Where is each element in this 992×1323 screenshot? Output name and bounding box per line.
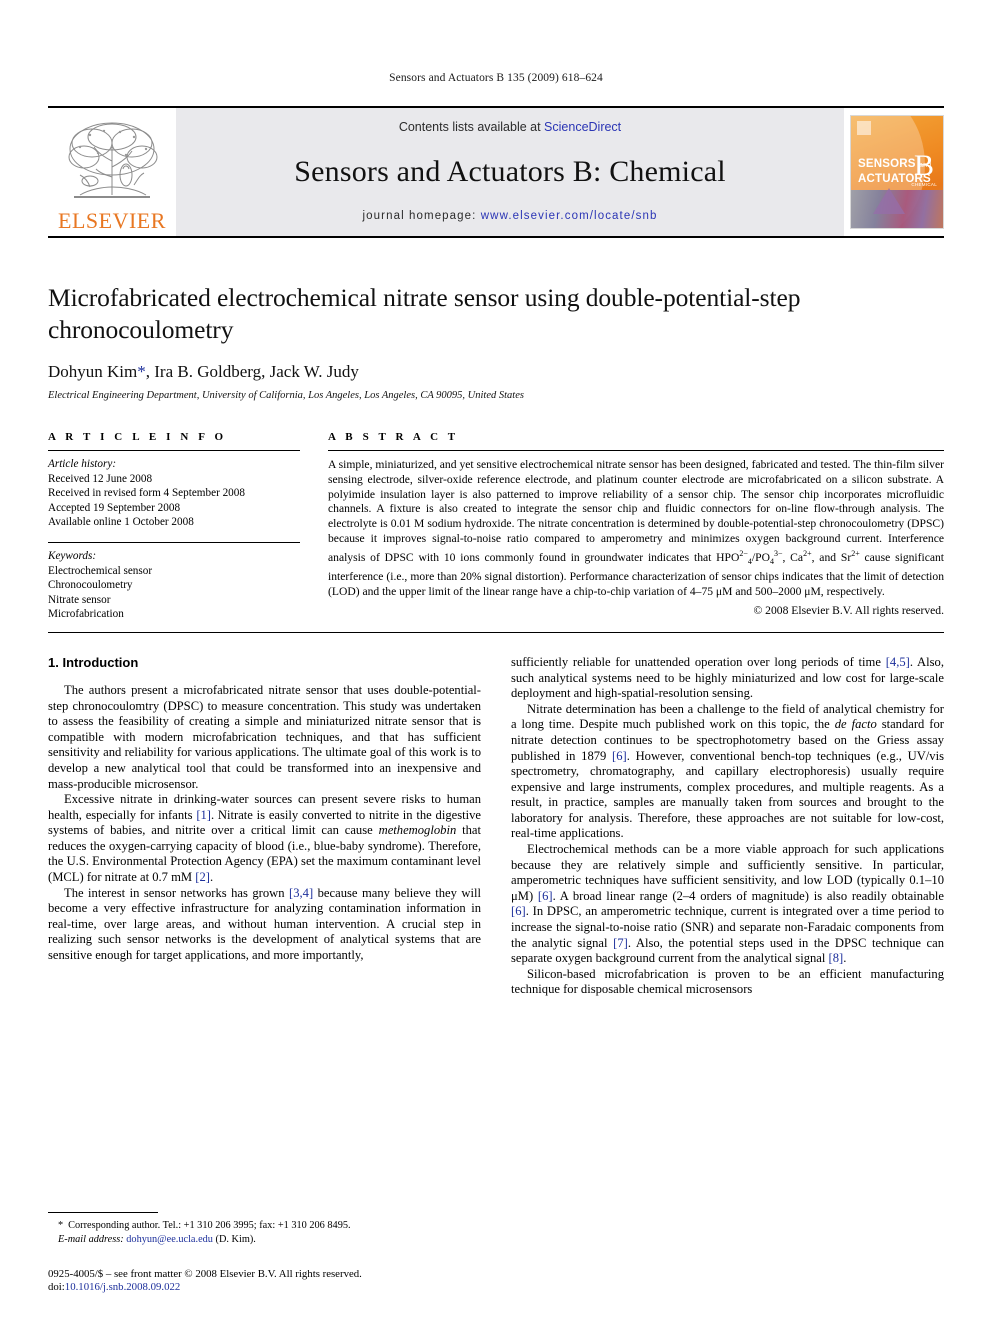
section-heading-introduction: 1. Introduction	[48, 654, 139, 670]
history-label: Article history:	[48, 458, 117, 470]
para-text: The interest in sensor networks has grow…	[64, 885, 290, 900]
email-label: E-mail address:	[58, 1233, 124, 1245]
body-column-right: sufficiently reliable for unattended ope…	[511, 655, 944, 1125]
cover-line-1: SENSORS	[858, 158, 916, 170]
paragraph: Nitrate determination has been a challen…	[511, 702, 944, 842]
running-head: Sensors and Actuators B 135 (2009) 618–6…	[389, 72, 603, 84]
info-abstract-block: A R T I C L E I N F O Article history: R…	[48, 431, 944, 633]
keyword-item: Electrochemical sensor	[48, 564, 153, 577]
title-block: Microfabricated electrochemical nitrate …	[48, 282, 944, 401]
contents-prefix: Contents lists available at	[398, 120, 545, 134]
citation-link[interactable]: [6]	[511, 904, 526, 918]
cover-triangle-shape	[873, 188, 905, 214]
history-item: Received 12 June 2008	[48, 472, 153, 485]
citation-link[interactable]: [8]	[829, 951, 844, 965]
doi-line: doi:10.1016/j.snb.2008.09.022	[48, 1281, 496, 1295]
abstract-formula-3-sup: 2+	[803, 548, 812, 558]
imprint-block: 0925-4005/$ – see front matter © 2008 El…	[48, 1268, 496, 1295]
paragraph: Silicon-based microfabrication is proven…	[511, 966, 944, 997]
history-item: Received in revised form 4 September 200…	[48, 487, 245, 500]
footnote-block: * Corresponding author. Tel.: +1 310 206 …	[48, 1212, 496, 1295]
corresponding-author-marker: *	[137, 362, 146, 381]
abstract-formula-4-sup: 2+	[851, 548, 860, 558]
cover-artwork: SENSORS and ACTUATORS B CHEMICAL	[850, 115, 944, 229]
paragraph: Electrochemical methods can be a more vi…	[511, 842, 944, 967]
elsevier-wordmark: ELSEVIER	[58, 208, 166, 233]
homepage-label: journal homepage:	[362, 210, 481, 222]
doi-link[interactable]: 10.1016/j.snb.2008.09.022	[65, 1281, 180, 1293]
email-note: E-mail address: dohyun@ee.ucla.edu (D. K…	[48, 1233, 496, 1246]
keyword-item: Chronocoulometry	[48, 579, 133, 592]
issn-line: 0925-4005/$ – see front matter © 2008 El…	[48, 1267, 362, 1280]
citation-link[interactable]: [4,5]	[886, 655, 910, 669]
history-item: Available online 1 October 2008	[48, 516, 194, 529]
keywords-label: Keywords:	[48, 549, 97, 562]
footnote-rule	[48, 1212, 158, 1214]
keywords-list: Keywords: Electrochemical sensor Chronoc…	[48, 543, 300, 622]
abstract-mid-3: , and Sr	[811, 550, 852, 564]
keyword-item: Microfabrication	[48, 608, 124, 621]
contents-line: Contents lists available at ScienceDirec…	[399, 120, 621, 134]
elsevier-logo: ELSEVIER	[48, 108, 176, 236]
citation-link[interactable]: [6]	[612, 749, 627, 763]
body-columns: 1. Introduction The authors present a mi…	[48, 655, 944, 1125]
paragraph: Excessive nitrate in drinking-water sour…	[48, 792, 481, 886]
para-text: .	[843, 951, 847, 966]
abstract-text: A simple, miniaturized, and yet sensitiv…	[328, 451, 944, 599]
emphasis-term: methemoglobin	[378, 823, 457, 838]
emphasis-term: de facto	[834, 717, 877, 732]
paragraph: The interest in sensor networks has grow…	[48, 886, 481, 964]
journal-title: Sensors and Actuators B: Chemical	[294, 155, 726, 188]
body-column-left: 1. Introduction The authors present a mi…	[48, 655, 481, 1125]
cover-elsevier-mark-icon	[857, 121, 871, 135]
corresponding-text: Corresponding author. Tel.: +1 310 206 3…	[68, 1220, 351, 1232]
citation-link[interactable]: [1]	[196, 808, 211, 822]
page-title: Microfabricated electrochemical nitrate …	[48, 283, 801, 344]
para-text: sufficiently reliable for unattended ope…	[511, 654, 886, 669]
author-others: , Ira B. Goldberg, Jack W. Judy	[145, 362, 359, 381]
journal-cover-thumbnail: SENSORS and ACTUATORS B CHEMICAL	[844, 108, 944, 236]
sciencedirect-link[interactable]: ScienceDirect	[544, 120, 621, 134]
abstract-copyright: © 2008 Elsevier B.V. All rights reserved…	[753, 604, 944, 618]
elsevier-tree-icon	[60, 117, 164, 209]
para-text: . A broad linear range (2–4 orders of ma…	[552, 888, 944, 903]
citation-link[interactable]: [6]	[538, 889, 553, 903]
email-owner: (D. Kim).	[215, 1233, 256, 1245]
sciencedirect-banner: Contents lists available at ScienceDirec…	[176, 108, 844, 236]
citation-link[interactable]: [7]	[613, 936, 628, 950]
author-list: Dohyun Kim*, Ira B. Goldberg, Jack W. Ju…	[48, 362, 944, 382]
paragraph: sufficiently reliable for unattended ope…	[511, 655, 944, 702]
footnote-star: *	[58, 1220, 64, 1232]
paper-page: Sensors and Actuators B 135 (2009) 618–6…	[0, 0, 992, 1323]
abstract-mid-1: /PO	[751, 550, 770, 564]
citation-link[interactable]: [3,4]	[289, 886, 313, 900]
abstract-column: A B S T R A C T A simple, miniaturized, …	[328, 431, 944, 622]
email-link[interactable]: dohyun@ee.ucla.edu	[126, 1234, 213, 1245]
author-first: Dohyun Kim	[48, 362, 138, 381]
corresponding-author-note: * Corresponding author. Tel.: +1 310 206 …	[48, 1219, 496, 1232]
abstract-part-1: A simple, miniaturized, and yet sensitiv…	[328, 458, 944, 564]
journal-masthead: ELSEVIER Contents lists available at Sci…	[48, 106, 944, 238]
abstract-formula-1-sup: 2−	[739, 548, 748, 558]
abstract-mid-2: , Ca	[782, 550, 804, 564]
paragraph: The authors present a microfabricated ni…	[48, 682, 481, 791]
citation-link[interactable]: [2]	[195, 870, 210, 884]
keyword-item: Nitrate sensor	[48, 593, 111, 606]
affiliation: Electrical Engineering Department, Unive…	[48, 390, 524, 401]
article-info-heading: A R T I C L E I N F O	[48, 431, 227, 443]
homepage-link[interactable]: www.elsevier.com/locate/snb	[481, 210, 658, 222]
abstract-formula-2-sub: 4	[769, 556, 774, 566]
article-info-column: A R T I C L E I N F O Article history: R…	[48, 431, 300, 622]
cover-subtitle: CHEMICAL	[911, 182, 937, 187]
para-text: .	[209, 870, 214, 885]
history-item: Accepted 19 September 2008	[48, 501, 181, 514]
journal-homepage-line: journal homepage: www.elsevier.com/locat…	[363, 210, 658, 222]
article-history: Article history: Received 12 June 2008 R…	[48, 451, 300, 530]
cover-volume-letter: B	[913, 149, 934, 182]
abstract-heading: A B S T R A C T	[328, 431, 459, 443]
doi-label: doi:	[48, 1281, 65, 1294]
